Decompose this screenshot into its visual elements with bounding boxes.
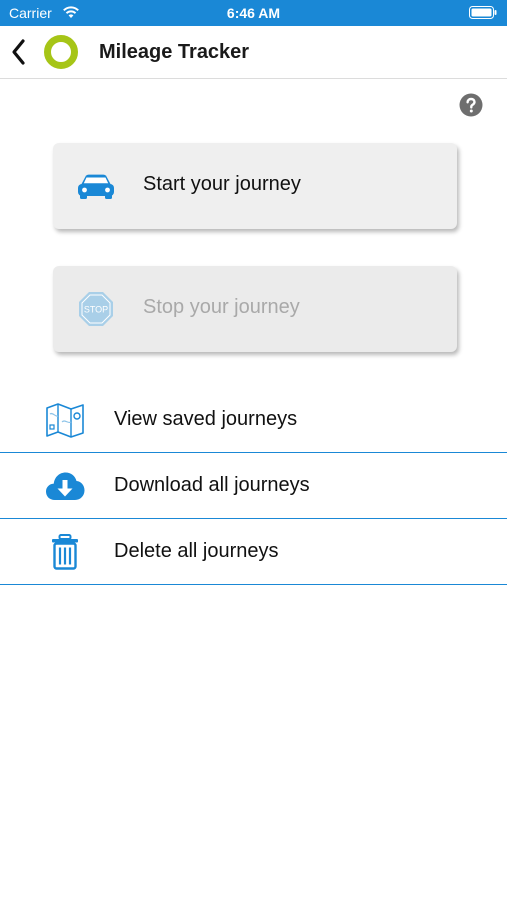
question-circle-icon[interactable] [459,93,483,117]
start-journey-label: Start your journey [143,173,301,195]
trash-icon [52,534,78,570]
delete-all-journeys-item[interactable]: Delete all journeys [0,519,507,585]
download-all-journeys-item[interactable]: Download all journeys [0,453,507,519]
chevron-left-icon[interactable] [9,38,27,66]
download-all-journeys-label: Download all journeys [114,474,310,496]
stop-sign-icon: STOP [79,292,113,326]
stop-journey-label: Stop your journey [143,296,300,318]
page-title: Mileage Tracker [99,41,250,63]
stop-journey-button[interactable]: STOP Stop your journey [53,266,457,352]
navigation-bar: Mileage Tracker [0,26,507,79]
status-bar: Carrier 6:46 AM [0,0,507,26]
car-icon [78,174,114,199]
map-icon [46,403,84,438]
stop-sign-text: STOP [84,305,108,315]
start-journey-button[interactable]: Start your journey [53,143,457,229]
view-saved-journeys-label: View saved journeys [114,408,298,430]
status-time: 6:46 AM [226,5,281,21]
cloud-download-icon [46,472,85,500]
battery-icon [469,6,497,19]
view-saved-journeys-item[interactable]: View saved journeys [0,387,507,453]
ring-logo-icon [44,35,78,69]
delete-all-journeys-label: Delete all journeys [114,540,279,562]
